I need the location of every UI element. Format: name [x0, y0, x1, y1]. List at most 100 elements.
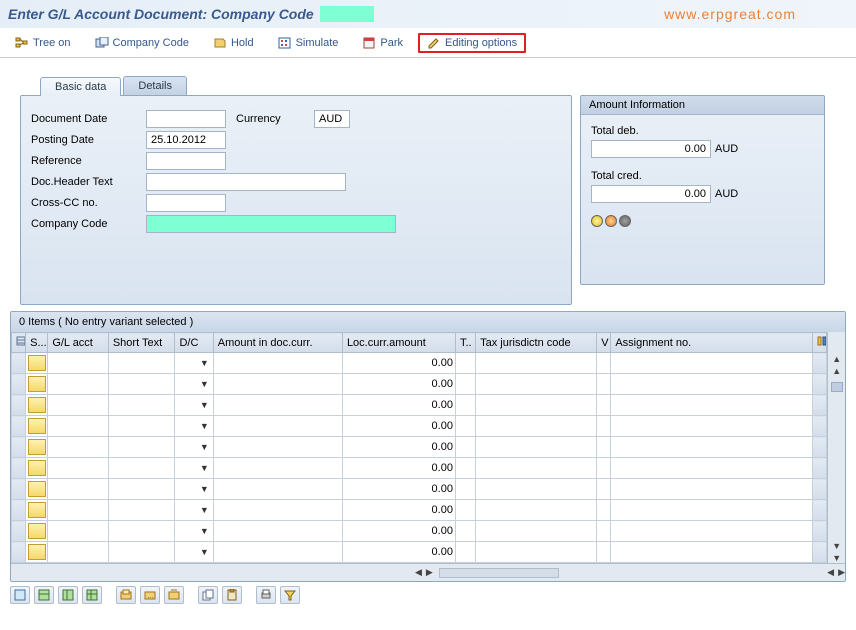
loc-amount-cell[interactable]: 0.00 — [342, 521, 455, 542]
gl-acct-cell[interactable] — [48, 500, 109, 521]
reference-field[interactable] — [146, 152, 226, 170]
bt-icon-1[interactable] — [10, 586, 30, 604]
row-selector[interactable] — [12, 416, 26, 437]
v-cell[interactable] — [597, 500, 611, 521]
row-selector[interactable] — [12, 458, 26, 479]
park-button[interactable]: Park — [353, 33, 412, 53]
tax-cell[interactable] — [455, 500, 475, 521]
short-text-cell[interactable] — [108, 437, 175, 458]
gl-lookup-button[interactable] — [28, 397, 46, 413]
dc-cell[interactable]: ▼ — [175, 458, 213, 479]
bt-icon-4[interactable] — [82, 586, 102, 604]
company-code-field[interactable] — [146, 215, 396, 233]
dc-dropdown-icon[interactable]: ▼ — [200, 505, 209, 515]
gl-lookup-cell[interactable] — [26, 479, 48, 500]
dc-dropdown-icon[interactable]: ▼ — [200, 400, 209, 410]
tree-on-button[interactable]: Tree on — [6, 33, 80, 53]
gl-acct-cell[interactable] — [48, 416, 109, 437]
hscroll-right-icon[interactable]: ▶ — [426, 567, 433, 578]
gl-lookup-cell[interactable] — [26, 416, 48, 437]
v-cell[interactable] — [597, 374, 611, 395]
gl-lookup-cell[interactable] — [26, 542, 48, 563]
assignment-cell[interactable] — [611, 353, 813, 374]
loc-amount-cell[interactable]: 0.00 — [342, 479, 455, 500]
loc-amount-cell[interactable]: 0.00 — [342, 458, 455, 479]
loc-amount-cell[interactable]: 0.00 — [342, 437, 455, 458]
col-v[interactable]: V — [597, 333, 611, 353]
loc-amount-cell[interactable]: 0.00 — [342, 416, 455, 437]
dc-dropdown-icon[interactable]: ▼ — [200, 526, 209, 536]
assignment-cell[interactable] — [611, 521, 813, 542]
row-selector[interactable] — [12, 437, 26, 458]
tax-jur-cell[interactable] — [476, 500, 597, 521]
v-cell[interactable] — [597, 521, 611, 542]
table-row[interactable]: ▼0.00 — [12, 437, 827, 458]
assignment-cell[interactable] — [611, 458, 813, 479]
dc-dropdown-icon[interactable]: ▼ — [200, 421, 209, 431]
hscroll-right2-icon[interactable]: ▶ — [838, 567, 845, 578]
short-text-cell[interactable] — [108, 416, 175, 437]
amount-doc-cell[interactable] — [213, 395, 342, 416]
gl-acct-cell[interactable] — [48, 521, 109, 542]
short-text-cell[interactable] — [108, 395, 175, 416]
gl-lookup-button[interactable] — [28, 418, 46, 434]
tax-cell[interactable] — [455, 416, 475, 437]
simulate-button[interactable]: Simulate — [269, 33, 348, 53]
table-row[interactable]: ▼0.00 — [12, 479, 827, 500]
row-selector[interactable] — [12, 395, 26, 416]
row-selector[interactable] — [12, 353, 26, 374]
tax-cell[interactable] — [455, 479, 475, 500]
tax-jur-cell[interactable] — [476, 437, 597, 458]
dc-dropdown-icon[interactable]: ▼ — [200, 379, 209, 389]
col-gl-acct[interactable]: G/L acct — [48, 333, 109, 353]
bt-icon-6[interactable]: … — [140, 586, 160, 604]
short-text-cell[interactable] — [108, 353, 175, 374]
amount-doc-cell[interactable] — [213, 416, 342, 437]
gl-acct-cell[interactable] — [48, 437, 109, 458]
gl-lookup-cell[interactable] — [26, 374, 48, 395]
row-selector[interactable] — [12, 500, 26, 521]
scroll-up-icon[interactable]: ▲ — [832, 354, 841, 364]
amount-doc-cell[interactable] — [213, 353, 342, 374]
v-cell[interactable] — [597, 353, 611, 374]
table-row[interactable]: ▼0.00 — [12, 395, 827, 416]
gl-acct-cell[interactable] — [48, 353, 109, 374]
dc-cell[interactable]: ▼ — [175, 500, 213, 521]
short-text-cell[interactable] — [108, 521, 175, 542]
gl-acct-cell[interactable] — [48, 395, 109, 416]
amount-doc-cell[interactable] — [213, 521, 342, 542]
company-code-button[interactable]: Company Code — [86, 33, 198, 53]
tax-cell[interactable] — [455, 374, 475, 395]
dc-dropdown-icon[interactable]: ▼ — [200, 547, 209, 557]
loc-amount-cell[interactable]: 0.00 — [342, 353, 455, 374]
dc-dropdown-icon[interactable]: ▼ — [200, 358, 209, 368]
table-row[interactable]: ▼ 0.00 — [12, 542, 827, 563]
assignment-cell[interactable] — [611, 416, 813, 437]
table-row[interactable]: ▼ 0.00 — [12, 416, 827, 437]
tax-cell[interactable] — [455, 395, 475, 416]
tax-jur-cell[interactable] — [476, 458, 597, 479]
gl-lookup-button[interactable] — [28, 502, 46, 518]
tax-cell[interactable] — [455, 353, 475, 374]
col-amount-doc[interactable]: Amount in doc.curr. — [213, 333, 342, 353]
bt-icon-print[interactable] — [256, 586, 276, 604]
row-selector[interactable] — [12, 479, 26, 500]
gl-lookup-button[interactable] — [28, 439, 46, 455]
short-text-cell[interactable] — [108, 374, 175, 395]
table-row[interactable]: ▼0.00 — [12, 500, 827, 521]
loc-amount-cell[interactable]: 0.00 — [342, 542, 455, 563]
tax-jur-cell[interactable] — [476, 416, 597, 437]
assignment-cell[interactable] — [611, 500, 813, 521]
dc-cell[interactable]: ▼ — [175, 374, 213, 395]
short-text-cell[interactable] — [108, 542, 175, 563]
tax-jur-cell[interactable] — [476, 479, 597, 500]
assignment-cell[interactable] — [611, 479, 813, 500]
col-config-icon[interactable] — [813, 333, 827, 353]
tax-jur-cell[interactable] — [476, 353, 597, 374]
bt-icon-paste[interactable] — [222, 586, 242, 604]
row-selector[interactable] — [12, 542, 26, 563]
tax-cell[interactable] — [455, 542, 475, 563]
scroll-up-icon2[interactable]: ▲ — [832, 366, 841, 376]
dc-cell[interactable]: ▼ — [175, 395, 213, 416]
horizontal-scrollbar[interactable]: ◀ ▶ ◀ ▶ — [11, 563, 845, 581]
